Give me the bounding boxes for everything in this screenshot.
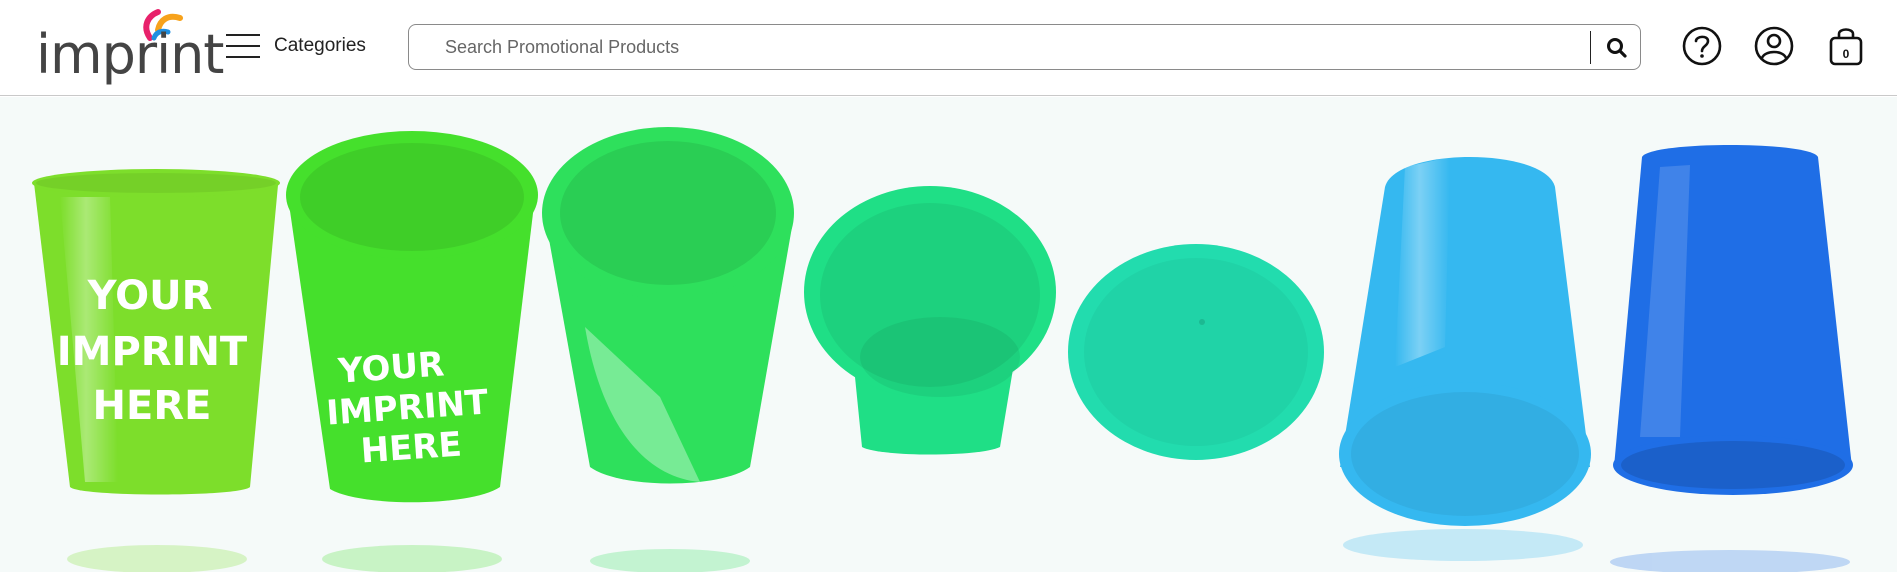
cup-2: YOUR IMPRINT HERE — [286, 131, 538, 503]
cup-2-imprint-line-3: HERE — [359, 425, 463, 472]
cup-4 — [804, 186, 1056, 455]
cup-1-imprint-line-1: YOUR — [87, 273, 213, 319]
cup-2-imprint-line-1: YOUR — [336, 344, 446, 391]
account-button[interactable] — [1750, 22, 1798, 70]
cup-1-imprint-line-2: IMPRINT — [57, 329, 248, 375]
hero-cups-image: YOUR IMPRINT HERE YOUR IMPRINT HERE — [32, 127, 1853, 572]
imprint-logo[interactable]: imprint — [36, 8, 224, 88]
cart-button[interactable]: 0 — [1822, 22, 1870, 70]
account-icon — [1754, 26, 1794, 66]
site-header: imprint Categories Search Promotional Pr… — [0, 0, 1897, 96]
search-button[interactable] — [1599, 30, 1635, 66]
cup-3 — [542, 127, 794, 484]
cup-reflections — [67, 529, 1850, 572]
hero-banner: YOUR IMPRINT HERE YOUR IMPRINT HERE — [0, 97, 1897, 572]
cart-count: 0 — [1843, 47, 1850, 61]
logo-wordmark: imprint — [36, 23, 224, 86]
menu-icon — [226, 32, 260, 60]
categories-button[interactable]: Categories — [226, 28, 366, 64]
categories-label: Categories — [274, 35, 366, 56]
cup-1: YOUR IMPRINT HERE — [32, 169, 280, 495]
search-icon — [1607, 38, 1627, 58]
cup-7 — [1613, 145, 1853, 495]
search-input[interactable] — [445, 25, 1565, 69]
cup-5 — [1068, 244, 1324, 460]
cup-1-imprint-line-3: HERE — [93, 383, 212, 429]
cart-icon: 0 — [1829, 28, 1863, 66]
help-button[interactable] — [1678, 22, 1726, 70]
help-icon — [1682, 26, 1722, 66]
search-divider — [1590, 31, 1591, 64]
cup-6 — [1339, 157, 1591, 526]
search-bar — [408, 24, 1641, 70]
